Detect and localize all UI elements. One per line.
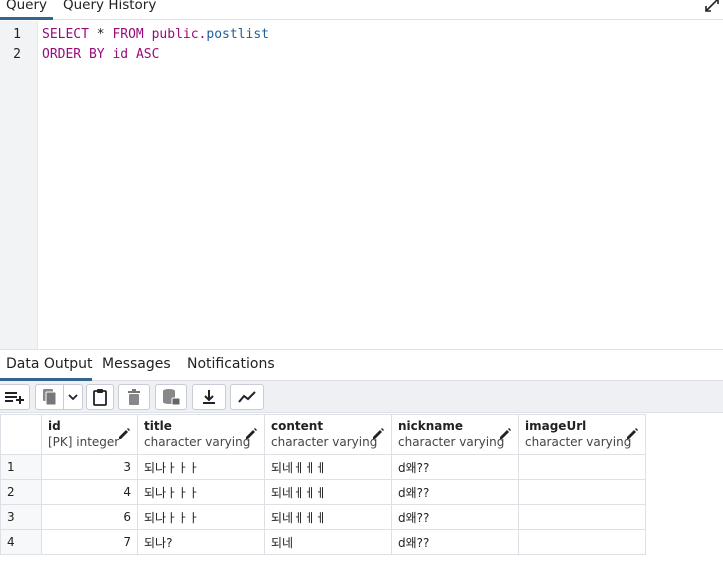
- delete-button[interactable]: [118, 384, 150, 410]
- code-line[interactable]: ORDER BY id ASC: [42, 47, 159, 62]
- data-toolbar: [0, 381, 723, 413]
- sql-editor[interactable]: 1 2 SELECT * FROM public.postlist ORDER …: [0, 21, 723, 349]
- cell-title[interactable]: 되나ㅏㅏㅏ: [137, 479, 265, 505]
- cell-id[interactable]: 4: [41, 479, 138, 505]
- graph-icon: [238, 391, 256, 403]
- chevron-down-icon[interactable]: [67, 392, 79, 402]
- edit-pencil-icon[interactable]: [244, 427, 258, 441]
- cell-imageurl[interactable]: [518, 504, 646, 530]
- delete-icon: [128, 389, 140, 405]
- cell-imageurl[interactable]: [518, 479, 646, 505]
- paste-button[interactable]: [86, 384, 114, 410]
- data-grid: id [PK] integer title character varying …: [0, 414, 646, 555]
- column-header-imageurl[interactable]: imageUrl character varying: [518, 414, 646, 455]
- results-table: id [PK] integer title character varying …: [0, 414, 646, 555]
- tab-data-output[interactable]: Data Output: [6, 356, 93, 372]
- graph-visualiser-button[interactable]: [230, 384, 264, 410]
- column-header-content[interactable]: content character varying: [264, 414, 392, 455]
- line-number: 1: [13, 27, 21, 42]
- save-data-icon: [163, 389, 181, 406]
- download-icon: [203, 390, 215, 404]
- sql-keyword: FROM: [112, 27, 144, 42]
- expand-icon[interactable]: [703, 0, 721, 14]
- sql-identifier: postlist: [206, 27, 270, 42]
- active-tab-indicator: [0, 17, 53, 20]
- table-header-row: id [PK] integer title character varying …: [0, 414, 646, 455]
- button-divider: [62, 385, 64, 409]
- table-row[interactable]: 1 3 되나ㅏㅏㅏ 되네ㅔㅔㅔ d왜??: [0, 454, 646, 480]
- cell-imageurl[interactable]: [518, 529, 646, 555]
- table-row[interactable]: 3 6 되나ㅏㅏㅏ 되네ㅔㅔㅔ d왜??: [0, 504, 646, 530]
- column-type: character varying: [525, 435, 632, 449]
- row-number-header: [0, 414, 42, 455]
- sql-text: *: [88, 27, 113, 42]
- cell-content[interactable]: 되네ㅔㅔㅔ: [264, 479, 392, 505]
- cell-title[interactable]: 되나?: [137, 529, 265, 555]
- column-type: character varying: [271, 435, 378, 449]
- cell-id[interactable]: 6: [41, 504, 138, 530]
- cell-content[interactable]: 되네: [264, 529, 392, 555]
- row-number[interactable]: 2: [0, 479, 42, 505]
- cell-content[interactable]: 되네ㅔㅔㅔ: [264, 454, 392, 480]
- column-header-id[interactable]: id [PK] integer: [41, 414, 138, 455]
- cell-nickname[interactable]: d왜??: [391, 454, 519, 480]
- row-number[interactable]: 4: [0, 529, 42, 555]
- add-row-icon: [5, 392, 24, 404]
- cell-title[interactable]: 되나ㅏㅏㅏ: [137, 504, 265, 530]
- edit-pencil-icon[interactable]: [625, 427, 639, 441]
- column-type: character varying: [144, 435, 251, 449]
- cell-nickname[interactable]: d왜??: [391, 529, 519, 555]
- sql-schema: public.: [143, 27, 207, 42]
- edit-pencil-icon[interactable]: [371, 427, 385, 441]
- column-name: imageUrl: [525, 419, 587, 433]
- save-data-button[interactable]: [155, 384, 187, 410]
- column-name: content: [271, 419, 324, 433]
- table-row[interactable]: 4 7 되나? 되네 d왜??: [0, 529, 646, 555]
- cell-nickname[interactable]: d왜??: [391, 504, 519, 530]
- cell-nickname[interactable]: d왜??: [391, 479, 519, 505]
- sql-keyword: ORDER BY: [42, 47, 105, 62]
- paste-icon: [93, 389, 107, 406]
- row-number[interactable]: 1: [0, 454, 42, 480]
- row-number[interactable]: 3: [0, 504, 42, 530]
- column-header-nickname[interactable]: nickname character varying: [391, 414, 519, 455]
- table-row[interactable]: 2 4 되나ㅏㅏㅏ 되네ㅔㅔㅔ d왜??: [0, 479, 646, 505]
- sql-keyword: ASC: [135, 47, 160, 62]
- tab-query-history[interactable]: Query History: [63, 0, 156, 13]
- cell-id[interactable]: 7: [41, 529, 138, 555]
- sql-keyword: SELECT: [42, 27, 89, 42]
- cell-title[interactable]: 되나ㅏㅏㅏ: [137, 454, 265, 480]
- sql-text: id: [104, 47, 136, 62]
- edit-pencil-icon[interactable]: [498, 427, 512, 441]
- column-header-title[interactable]: title character varying: [137, 414, 265, 455]
- add-row-button[interactable]: [0, 384, 30, 410]
- cell-id[interactable]: 3: [41, 454, 138, 480]
- column-type: character varying: [398, 435, 505, 449]
- edit-pencil-icon[interactable]: [117, 427, 131, 441]
- code-line[interactable]: SELECT * FROM public.postlist: [42, 27, 269, 42]
- column-name: title: [144, 419, 172, 433]
- query-tabs: Query Query History: [0, 0, 723, 20]
- cell-imageurl[interactable]: [518, 454, 646, 480]
- tab-query[interactable]: Query: [6, 0, 47, 13]
- tab-messages[interactable]: Messages: [102, 356, 171, 372]
- download-button[interactable]: [192, 384, 226, 410]
- output-tabs: Data Output Messages Notifications: [0, 349, 723, 381]
- copy-icon: [42, 389, 56, 406]
- line-number: 2: [13, 47, 21, 62]
- column-name: nickname: [398, 419, 464, 433]
- line-gutter: 1 2: [0, 21, 38, 349]
- cell-content[interactable]: 되네ㅔㅔㅔ: [264, 504, 392, 530]
- copy-button[interactable]: [35, 384, 83, 410]
- tab-notifications[interactable]: Notifications: [187, 356, 275, 372]
